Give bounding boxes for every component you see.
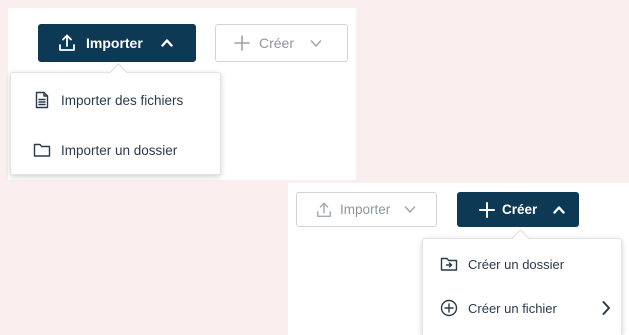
menu-item-import-files[interactable]: Importer des fichiers	[11, 86, 220, 114]
chevron-down-icon	[404, 205, 416, 214]
plus-icon	[233, 34, 251, 52]
chevron-up-icon	[161, 38, 173, 48]
import-dropdown-menu: Importer des fichiers Importer un dossie…	[10, 72, 221, 175]
plus-icon	[478, 201, 496, 219]
chevron-right-icon	[601, 300, 611, 316]
upload-icon	[57, 33, 77, 53]
chevron-up-icon	[553, 205, 565, 215]
menu-item-create-file[interactable]: Créer un fichier	[423, 294, 621, 322]
file-icon	[33, 91, 51, 109]
import-button[interactable]: Importer	[296, 192, 437, 227]
create-button[interactable]: Créer	[457, 192, 579, 227]
import-button-label: Importer	[86, 35, 143, 51]
create-dropdown-menu: Créer un dossier Créer un fichier	[422, 238, 622, 335]
menu-item-label: Importer un dossier	[61, 142, 178, 158]
create-menu-example: Importer Créer Créer un dossier Créer un…	[288, 183, 629, 335]
menu-item-create-folder[interactable]: Créer un dossier	[423, 250, 621, 278]
folder-icon	[33, 141, 51, 159]
menu-item-import-folder[interactable]: Importer un dossier	[11, 136, 220, 164]
chevron-down-icon	[310, 39, 322, 48]
import-button[interactable]: Importer	[38, 24, 196, 62]
plus-circle-icon	[440, 299, 458, 317]
folder-plus-icon	[440, 255, 458, 273]
menu-item-label: Créer un fichier	[468, 300, 557, 316]
upload-icon	[315, 201, 333, 219]
menu-item-label: Importer des fichiers	[61, 92, 184, 108]
create-button-label: Créer	[502, 202, 538, 217]
import-button-label: Importer	[340, 202, 391, 217]
import-menu-example: Importer Créer Importer des fichiers Imp…	[8, 8, 356, 180]
menu-item-label: Créer un dossier	[468, 256, 565, 272]
create-button[interactable]: Créer	[215, 24, 348, 62]
create-button-label: Créer	[259, 35, 295, 51]
